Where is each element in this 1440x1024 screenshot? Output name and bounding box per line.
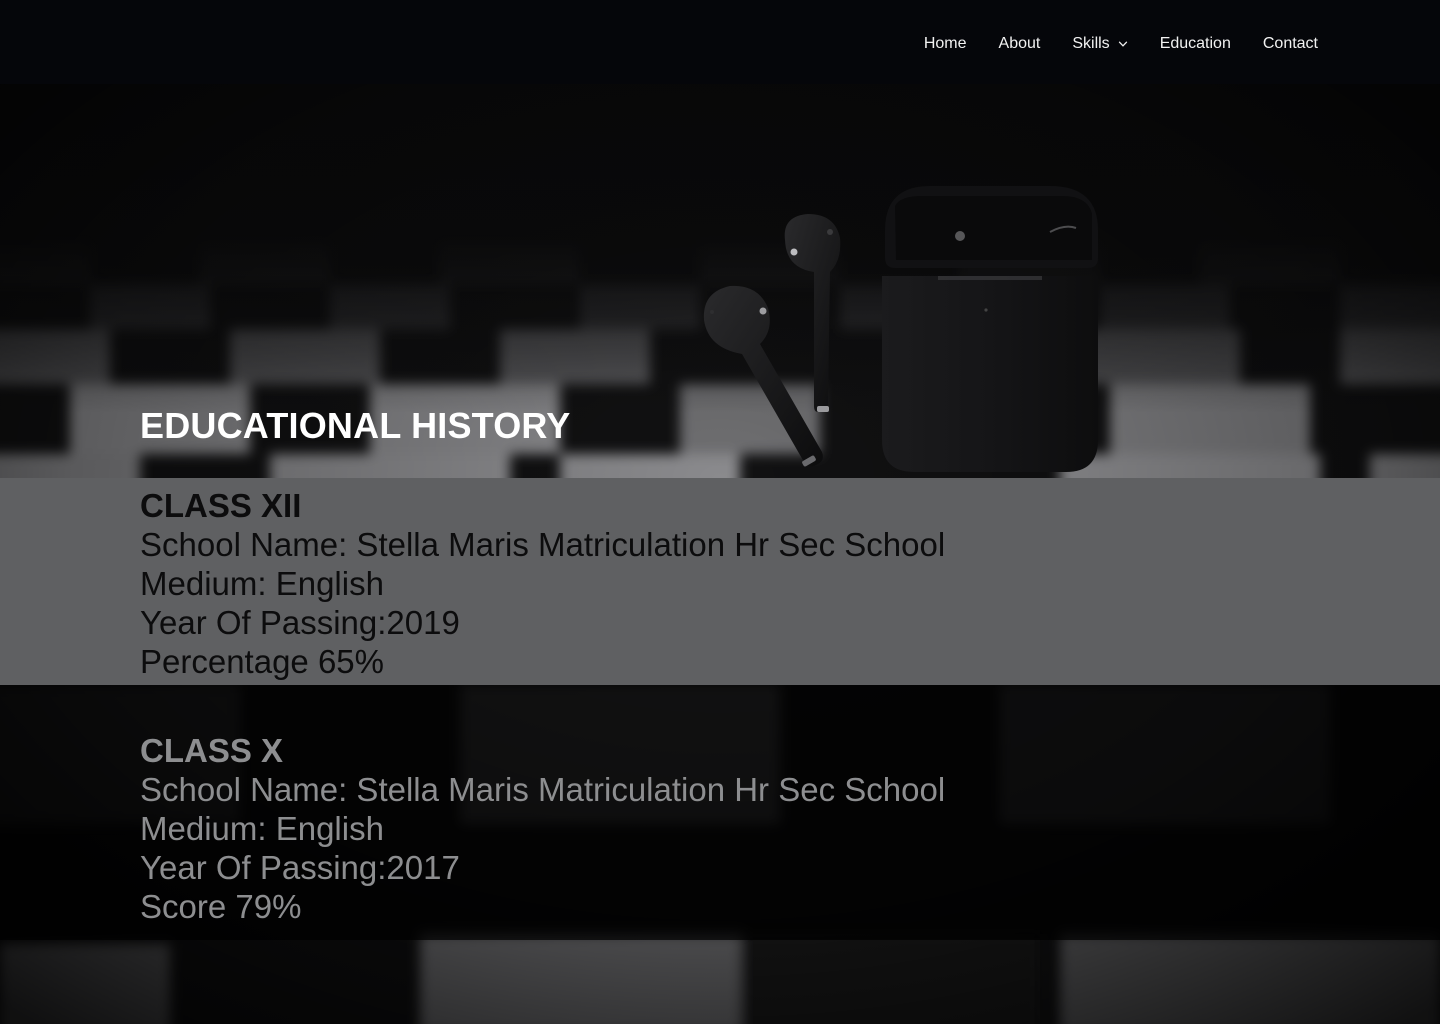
airpods-image [703, 186, 1098, 472]
nav-link-home[interactable]: Home [924, 33, 967, 55]
nav-link-label: Contact [1262, 35, 1318, 52]
medium-line: Medium: English [140, 565, 384, 602]
education-heading: CLASS X [140, 732, 284, 769]
chevron-down-icon[interactable] [1118, 39, 1128, 49]
nav-link-label: Home [923, 35, 967, 52]
year-of-passing-line: Year Of Passing:2019 [140, 604, 460, 641]
score-line: Percentage 65% [140, 643, 385, 680]
nav-link-skills[interactable]: Skills [1072, 33, 1127, 55]
medium-line: Medium: English [140, 810, 384, 847]
nav-link-label: Education [1159, 35, 1231, 52]
nav-link-education[interactable]: Education [1160, 33, 1231, 55]
nav-link-contact[interactable]: Contact [1263, 33, 1318, 55]
education-card-class-x: CLASS X School Name: Stella Maris Matric… [0, 685, 1440, 940]
education-card-content: CLASS XII School Name: Stella Maris Matr… [140, 486, 945, 681]
school-name-line: School Name: Stella Maris Matriculation … [140, 526, 946, 563]
main-nav: Home About Skills Education Contact [924, 33, 1318, 55]
nav-link-about[interactable]: About [999, 33, 1041, 55]
education-card-content: CLASS X School Name: Stella Maris Matric… [140, 731, 945, 926]
school-name-line: School Name: Stella Maris Matriculation … [140, 771, 946, 808]
score-line: Score 79% [140, 888, 302, 925]
education-heading: CLASS XII [140, 487, 302, 524]
page-title: EDUCATIONAL HISTORY [140, 405, 571, 446]
top-navigation-bar: Home About Skills Education Contact [0, 0, 1440, 84]
nav-link-label: Skills [1072, 35, 1110, 52]
nav-link-label: About [998, 35, 1041, 52]
education-card-class-xii: CLASS XII School Name: Stella Maris Matr… [0, 478, 1440, 685]
page: Home About Skills Education Contact EDUC… [0, 0, 1440, 1024]
year-of-passing-line: Year Of Passing:2017 [140, 849, 460, 886]
